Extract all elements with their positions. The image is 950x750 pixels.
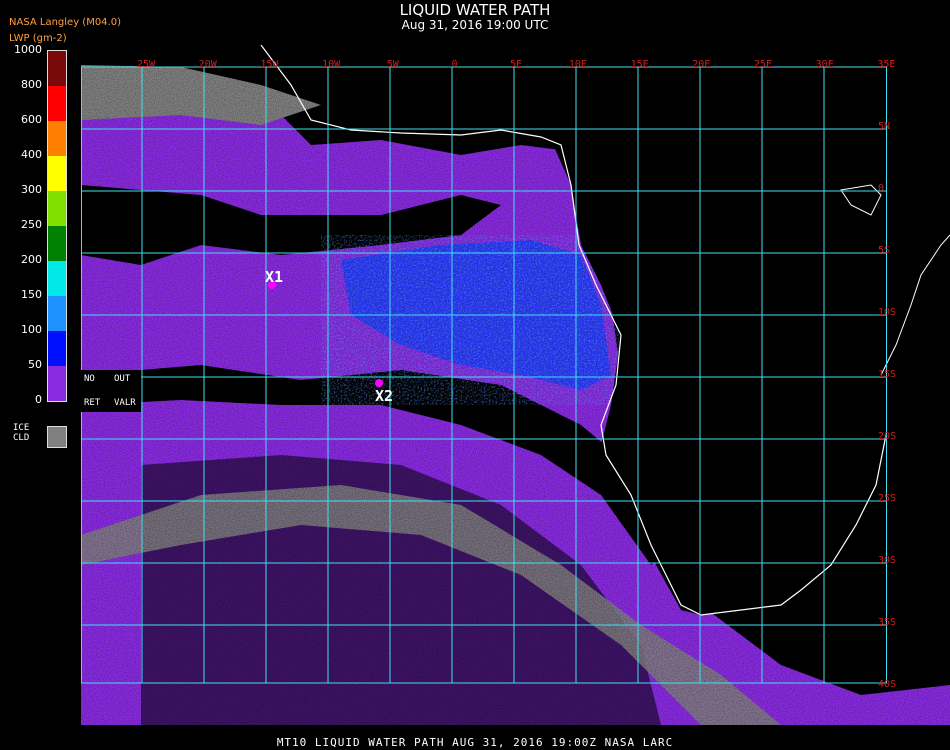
out-label: OUT (114, 374, 131, 384)
longitude-label: 25W (136, 59, 156, 70)
latitude-label: 15S (878, 369, 897, 380)
color-legend (47, 50, 67, 402)
lwp-map (81, 45, 950, 725)
latitude-label: 30S (878, 555, 897, 566)
latitude-label: 0 (878, 183, 885, 194)
longitude-label: 20W (198, 59, 217, 70)
longitude-label: 15E (630, 59, 649, 70)
latitude-label: 10S (878, 307, 897, 318)
longitude-label: 30E (815, 59, 834, 70)
legend-swatch (48, 156, 66, 191)
legend-swatch (48, 331, 66, 366)
ice-label: ICE CLD (13, 423, 30, 443)
footer-caption: MT10 LIQUID WATER PATH AUG 31, 2016 19:0… (276, 736, 674, 749)
legend-tick-label: 600 (21, 113, 42, 126)
legend-tick-label: 400 (21, 148, 42, 161)
legend-swatch (48, 296, 66, 331)
legend-swatch (48, 261, 66, 296)
legend-tick-label: 0 (35, 393, 42, 406)
legend-swatch (48, 366, 66, 401)
latitude-label: 25S (878, 493, 897, 504)
marker-x2-dot (375, 379, 383, 387)
latitude-label: 5N (878, 121, 891, 132)
legend-tick-label: 1000 (14, 43, 42, 56)
ice-swatch (47, 426, 67, 448)
texture-overlay (81, 45, 950, 725)
legend-tick-label: 300 (21, 183, 42, 196)
no-label: NO (84, 374, 95, 384)
org-label: NASA Langley (M04.0) (9, 17, 121, 28)
latitude-label: 20S (878, 431, 897, 442)
legend-swatch (48, 191, 66, 226)
legend-swatch (48, 121, 66, 156)
longitude-label: 0 (451, 59, 458, 70)
no-retrieval-box: NO OUT RET VALR (81, 370, 141, 412)
map-canvas (81, 45, 950, 725)
legend-tick-label: 50 (28, 358, 42, 371)
latitude-label: 35S (878, 617, 897, 628)
legend-tick-label: 250 (21, 218, 42, 231)
longitude-label: 25E (753, 59, 773, 70)
longitude-label: 5W (386, 59, 399, 70)
longitude-label: 15W (260, 59, 279, 70)
marker-x2: X2 (375, 387, 394, 405)
legend-swatch (48, 226, 66, 261)
valr-label: VALR (114, 398, 136, 408)
latitude-label: 40S (878, 679, 897, 690)
legend-tick-label: 200 (21, 253, 42, 266)
legend-tick-label: 800 (21, 78, 42, 91)
legend-tick-label: 150 (21, 288, 42, 301)
legend-tick-label: 100 (21, 323, 42, 336)
legend-swatch (48, 51, 66, 86)
longitude-label: 20E (692, 59, 711, 70)
longitude-label: 10W (322, 59, 341, 70)
legend-swatch (48, 86, 66, 121)
longitude-label: 35E (877, 59, 896, 70)
ret-label: RET (84, 398, 101, 408)
map-subtitle: Aug 31, 2016 19:00 UTC (401, 18, 549, 32)
longitude-label: 5E (510, 59, 523, 70)
marker-x1: X1 (265, 268, 284, 286)
latitude-label: 5S (878, 245, 891, 256)
map-title: LIQUID WATER PATH (399, 1, 551, 19)
longitude-label: 10E (568, 59, 587, 70)
